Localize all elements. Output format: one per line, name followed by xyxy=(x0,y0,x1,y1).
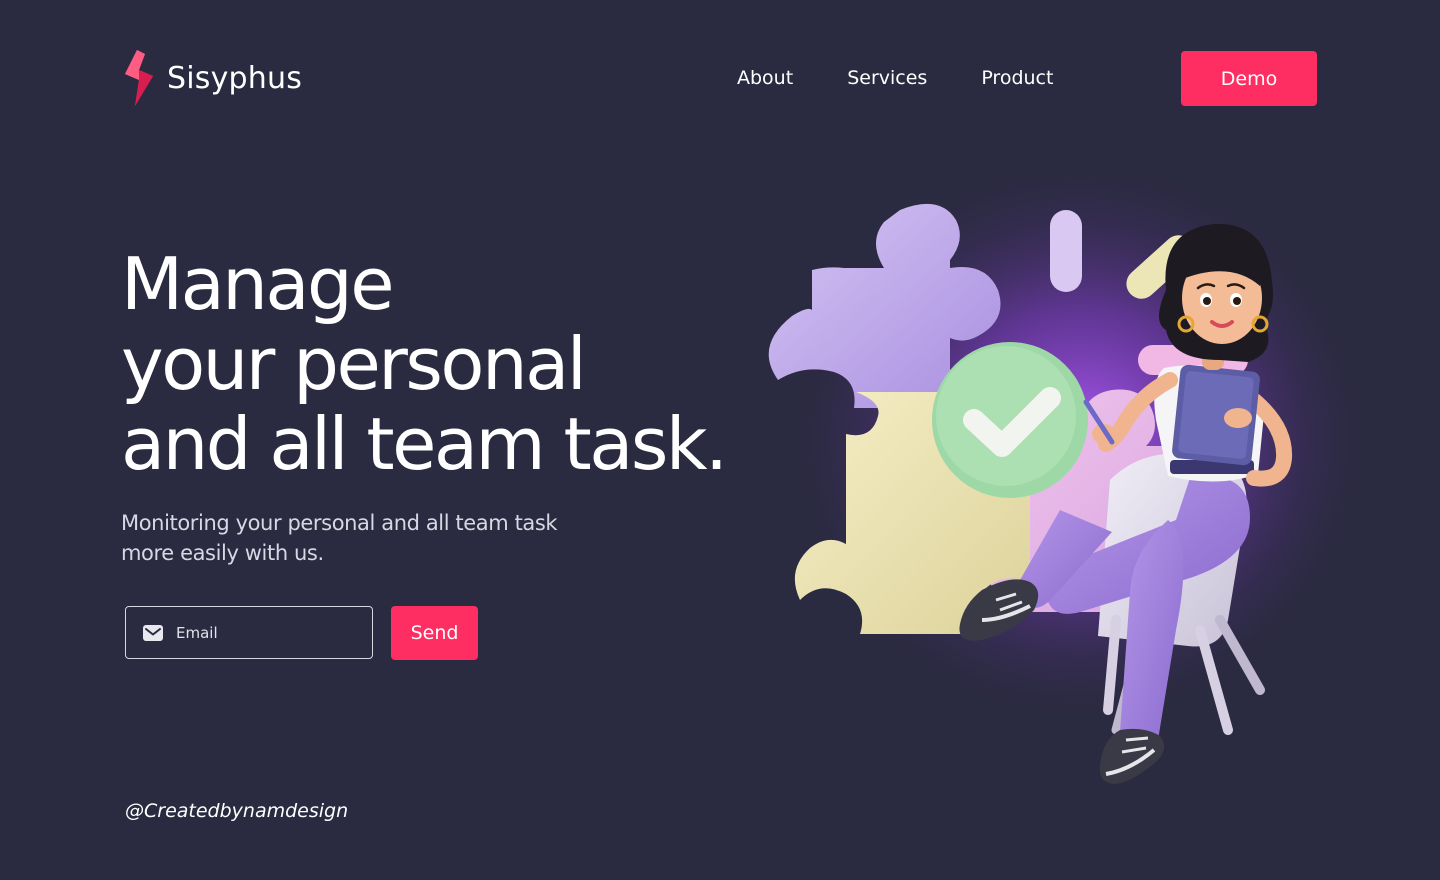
headline-line-2: your personal xyxy=(121,322,587,406)
brand-logo[interactable]: Sisyphus xyxy=(123,50,302,106)
hero-illustration xyxy=(760,180,1400,810)
subtext-line-2: more easily with us. xyxy=(121,541,324,565)
landing-page: Sisyphus About Services Product Demo Man… xyxy=(0,0,1440,880)
email-field[interactable] xyxy=(125,606,373,659)
nav-product[interactable]: Product xyxy=(981,64,1053,92)
headline-line-1: Manage xyxy=(121,242,395,326)
hero-subtext: Monitoring your personal and all team ta… xyxy=(121,508,591,568)
lightning-logo-icon xyxy=(125,50,153,106)
subtext-line-1: Monitoring your personal and all team ta… xyxy=(121,511,558,535)
nav-services[interactable]: Services xyxy=(847,64,927,92)
send-button[interactable]: Send xyxy=(391,606,478,660)
woman-with-tablet-puzzle-illustration xyxy=(768,180,1380,784)
email-input[interactable] xyxy=(174,622,348,643)
demo-button[interactable]: Demo xyxy=(1181,51,1317,106)
main-nav: About Services Product xyxy=(737,64,1053,92)
credit-text: @Createdbynamdesign xyxy=(125,800,349,822)
hero-headline: Manage your personal and all team task. xyxy=(121,242,728,486)
brand-name: Sisyphus xyxy=(167,60,303,96)
nav-about[interactable]: About xyxy=(737,64,793,92)
headline-line-3: and all team task. xyxy=(121,402,728,486)
mail-icon xyxy=(143,624,163,641)
